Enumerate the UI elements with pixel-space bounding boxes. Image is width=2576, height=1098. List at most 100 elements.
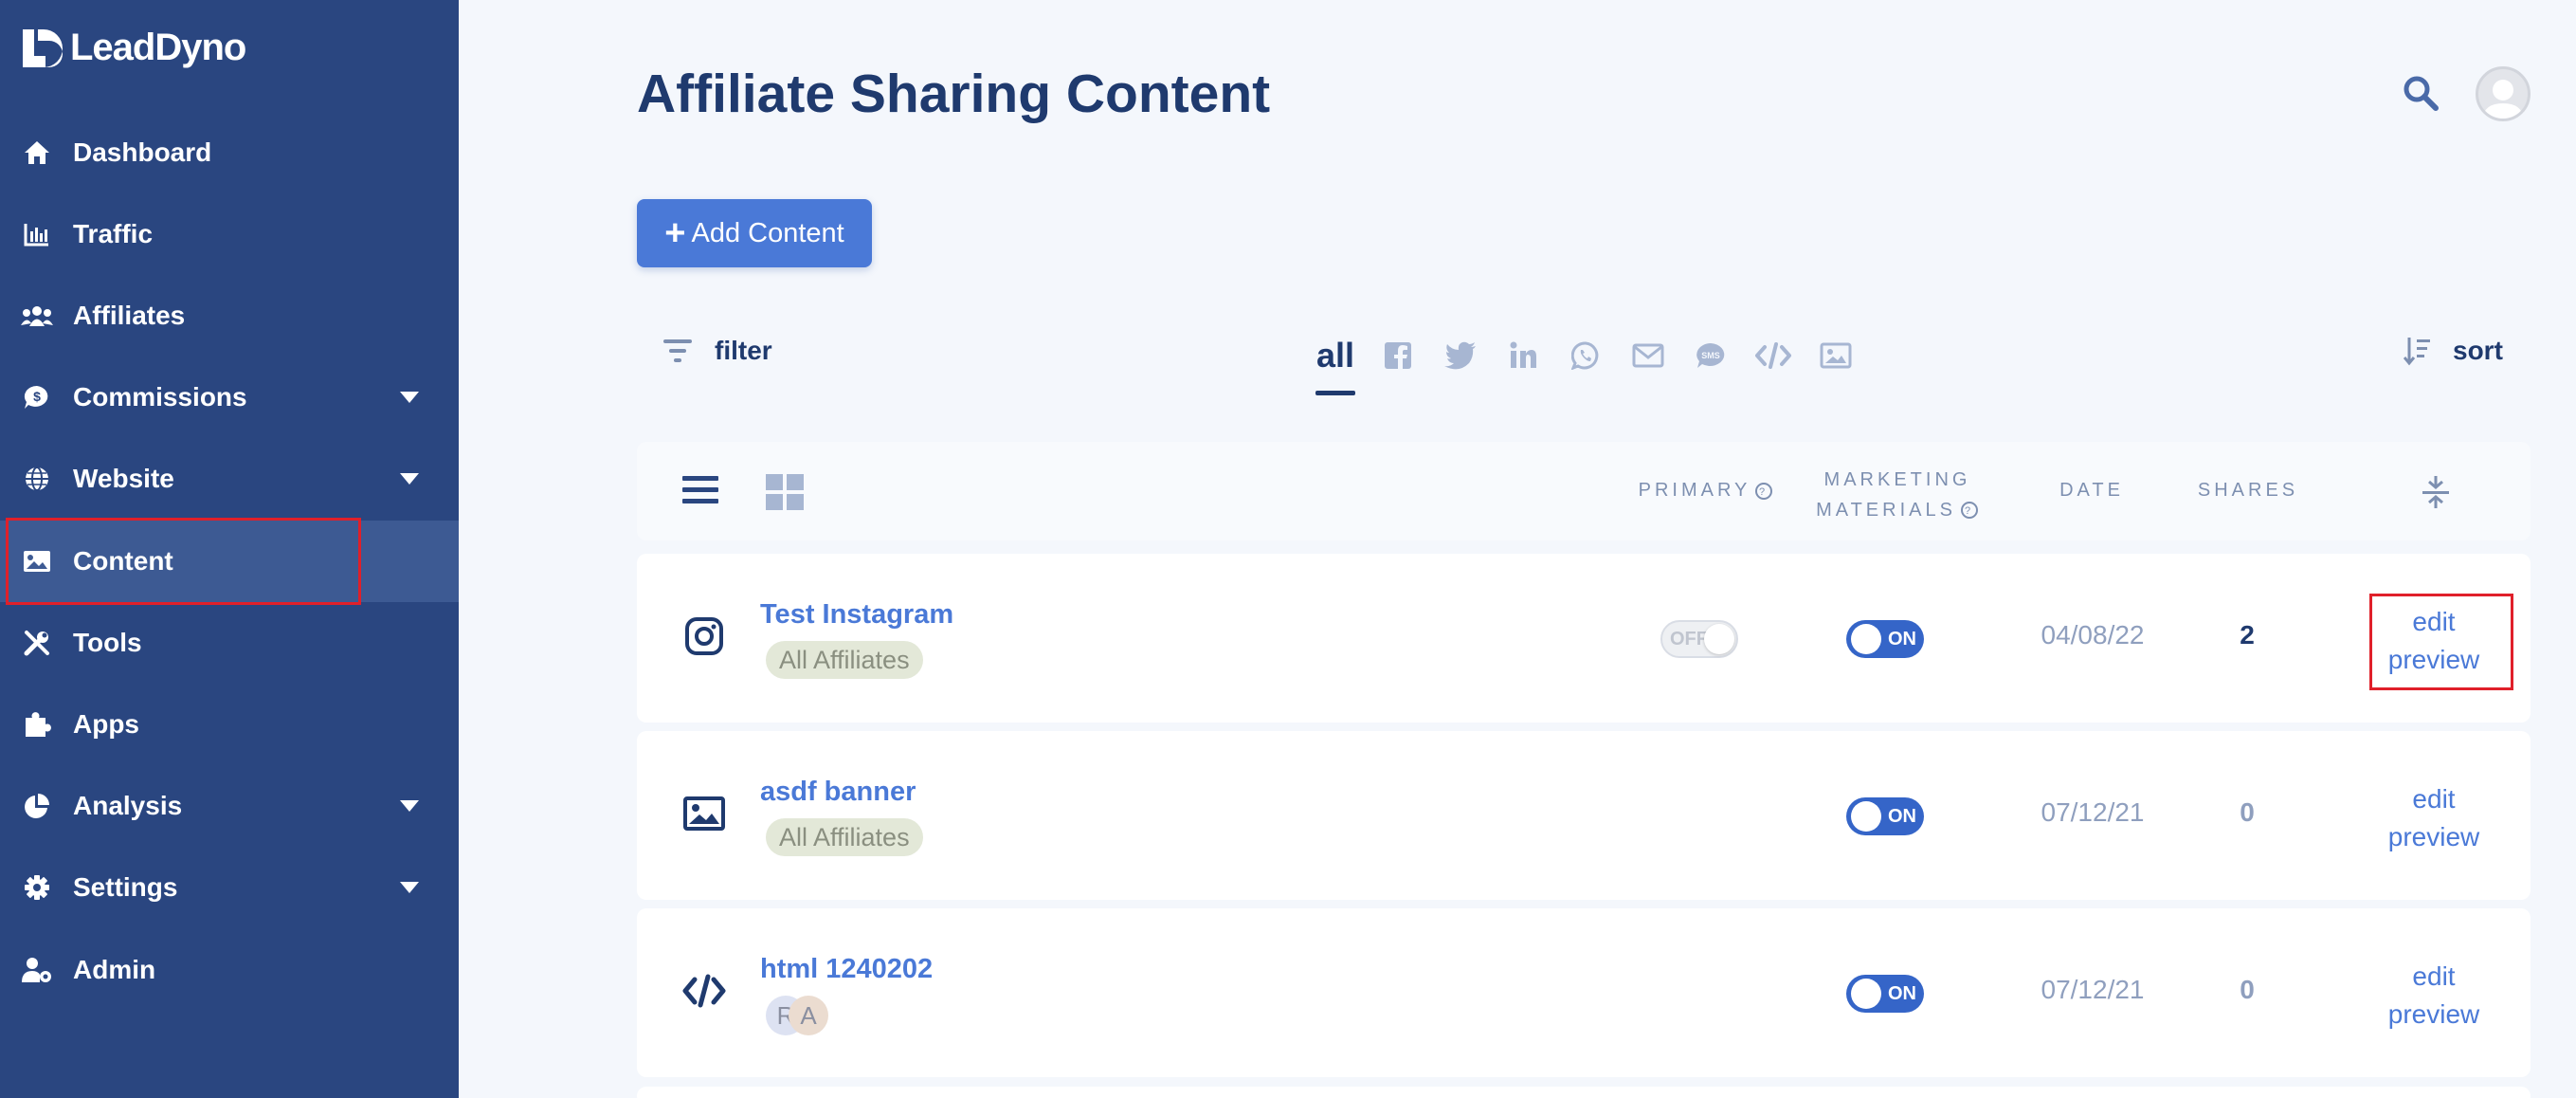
instagram-icon [685,617,723,655]
dollar-bubble-icon: $ [21,381,53,413]
linkedin-icon [1510,341,1536,368]
leaddyno-logo-icon [23,28,63,67]
marketing-materials-toggle[interactable]: ON [1846,797,1924,835]
page-title: Affiliate Sharing Content [637,64,1271,124]
filter-button[interactable]: filter [662,336,772,366]
chevron-down-icon [400,800,419,812]
sms-icon: SMS [1696,343,1725,368]
content-date: 04/08/22 [2041,620,2145,650]
tab-code[interactable] [1742,332,1805,379]
search-icon[interactable] [2402,74,2440,112]
content-shares: 0 [2240,797,2255,827]
column-shares: SHARES [2197,480,2299,501]
toggle-knob [1851,801,1881,832]
chevron-down-icon [400,882,419,893]
tab-email[interactable] [1617,332,1679,379]
filter-label: filter [715,336,772,365]
sidebar-item-settings[interactable]: Settings [0,847,459,928]
bar-chart-icon [21,218,53,250]
sidebar-item-label: Commissions [73,382,247,412]
sidebar-item-label: Traffic [73,219,154,248]
channel-tabs: all SMS [1315,332,1867,395]
grid-view-icon [766,474,804,510]
sidebar-item-apps[interactable]: Apps [0,684,459,765]
code-icon [1755,342,1791,369]
content-title-link[interactable]: html 1240202 [760,954,933,985]
add-content-button[interactable]: + Add Content [637,199,872,267]
sidebar-item-dashboard[interactable]: Dashboard [0,112,459,193]
content-title-link[interactable]: Test Instagram [760,599,953,631]
help-icon[interactable]: ? [1754,482,1773,501]
users-icon [21,300,53,332]
sort-button[interactable]: sort [2404,336,2503,366]
help-icon[interactable]: ? [1960,501,1979,520]
sidebar-item-affiliates[interactable]: Affiliates [0,275,459,357]
content-shares: 2 [2240,620,2255,650]
list-view-button[interactable] [682,474,718,511]
sidebar-item-commissions[interactable]: $ Commissions [0,357,459,438]
sort-icon [2404,338,2430,366]
edit-link[interactable]: edit [2369,958,2498,996]
chevron-down-icon [400,473,419,485]
svg-text:$: $ [33,389,41,404]
preview-link[interactable]: preview [2369,818,2498,856]
sidebar-item-label: Affiliates [73,301,186,330]
user-avatar-icon [2482,80,2524,119]
user-gear-icon [21,954,53,986]
tab-image[interactable] [1805,332,1867,379]
marketing-materials-toggle[interactable]: ON [1846,620,1924,658]
content-shares: 0 [2240,975,2255,1004]
logo-text: LeadDyno [70,27,246,68]
tab-sms[interactable]: SMS [1679,332,1742,379]
sidebar-item-traffic[interactable]: Traffic [0,193,459,275]
puzzle-icon [21,708,53,741]
sidebar-item-analysis[interactable]: Analysis [0,765,459,847]
sidebar-item-website[interactable]: Website [0,438,459,520]
preview-link[interactable]: preview [2369,996,2498,1034]
tab-whatsapp[interactable] [1554,332,1617,379]
edit-link[interactable]: edit [2369,780,2498,818]
table-row: asdf banner All Affiliates ON 07/12/21 0… [637,731,2531,900]
list-view-icon [682,476,718,503]
toggle-knob [1851,979,1881,1009]
plus-icon: + [664,213,686,253]
sidebar: LeadDyno Dashboard Traffic Affiliates $ … [0,0,459,1098]
grid-view-button[interactable] [766,474,804,515]
tab-twitter[interactable] [1429,332,1492,379]
toggle-state-label: ON [1888,983,1916,1004]
actions-highlight-box [2369,594,2513,690]
sidebar-item-admin[interactable]: Admin [0,929,459,1011]
row-actions: edit preview [2369,780,2498,856]
tab-facebook[interactable] [1367,332,1429,379]
facebook-icon [1385,342,1411,369]
marketing-materials-toggle[interactable]: ON [1846,975,1924,1013]
logo[interactable]: LeadDyno [21,27,246,69]
content-date: 07/12/21 [2041,975,2145,1004]
whatsapp-icon [1571,341,1599,370]
sidebar-item-label: Tools [73,628,142,657]
add-content-label: Add Content [691,217,844,248]
sidebar-item-label: Settings [73,872,178,902]
svg-text:?: ? [1759,486,1769,498]
toggle-state-label: ON [1888,806,1916,827]
content-title-link[interactable]: asdf banner [760,777,916,808]
collapse-rows-icon[interactable] [2421,474,2451,510]
table-header: PRIMARY ? MARKETING MATERIALS ? DATE SHA… [637,442,2531,540]
column-marketing-materials: MARKETING MATERIALS ? [1793,465,2002,525]
avatar[interactable] [2476,66,2531,121]
tab-all[interactable]: all [1315,332,1355,395]
tab-linkedin[interactable] [1492,332,1554,379]
sort-label: sort [2453,336,2503,365]
pie-chart-icon [21,790,53,822]
gear-icon [21,871,53,904]
column-marketing-label-1: MARKETING [1823,469,1971,490]
chevron-down-icon [400,392,419,403]
tab-active-underline [1315,391,1355,395]
toggle-state-label: ON [1888,629,1916,650]
sidebar-item-tools[interactable]: Tools [0,602,459,684]
primary-toggle[interactable]: OFF [1660,620,1738,658]
twitter-icon [1444,341,1476,370]
toggle-knob [1851,624,1881,654]
svg-text:SMS: SMS [1701,351,1720,360]
column-date: DATE [2059,480,2124,501]
